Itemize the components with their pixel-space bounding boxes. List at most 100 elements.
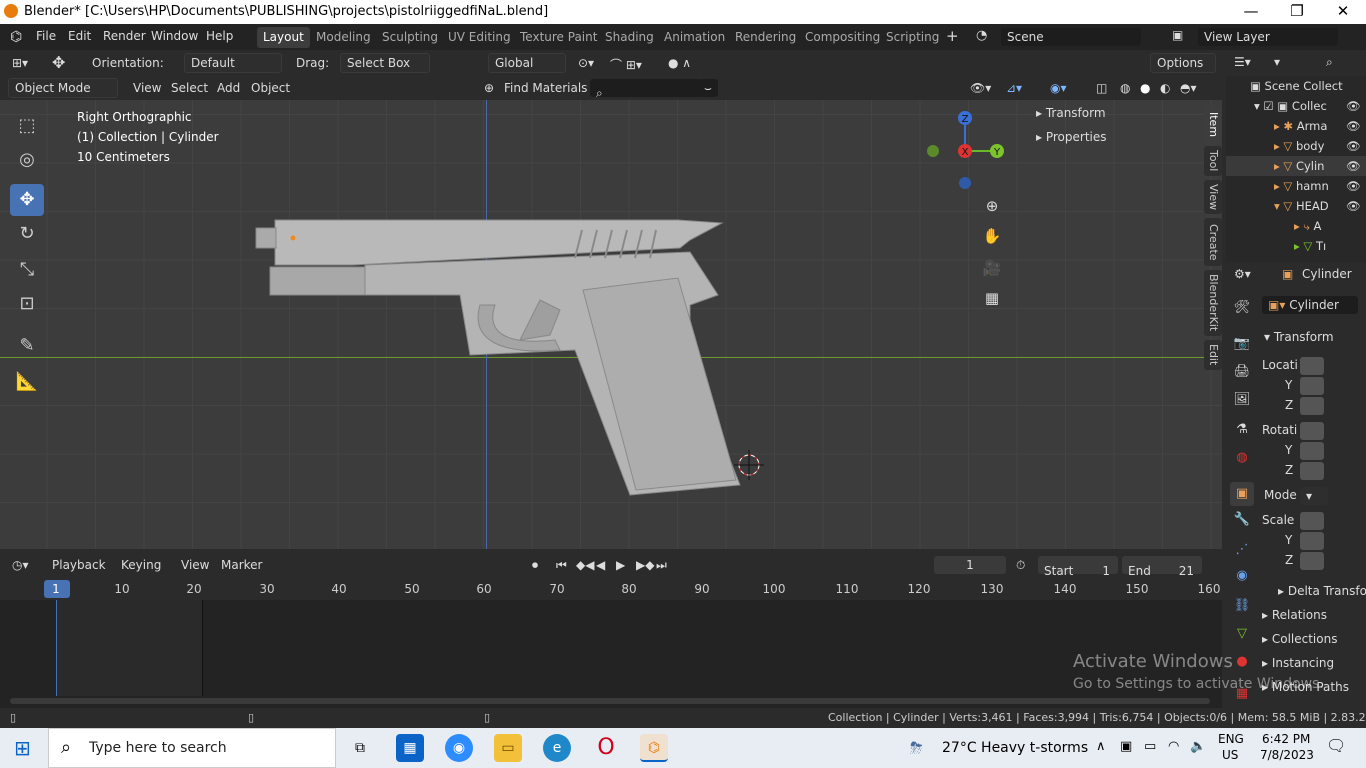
list-item[interactable]: ▸ ⤷ A [1226,216,1366,236]
sidebar-tab-create[interactable]: Create [1204,218,1222,266]
weather-icon[interactable]: ⛈ [910,738,923,758]
particles-props-icon[interactable]: ⋰ [1230,538,1254,562]
output-props-icon[interactable]: 🖨 [1230,360,1254,384]
end-frame-field[interactable]: End 21 [1122,556,1202,578]
relations-section[interactable]: ▸ Relations [1262,608,1327,622]
outliner-search-icon[interactable]: ⌕ [1326,55,1333,70]
menu-select[interactable]: Select [171,81,208,95]
find-materials-dropdown[interactable]: Find Materials [504,81,587,95]
scene-selector[interactable]: Scene [1001,28,1141,46]
ortho-grid-icon[interactable]: ▦ [980,286,1004,310]
solid-shading-icon[interactable]: ● [1140,81,1150,95]
eye-icon[interactable]: 👁 [1346,196,1361,216]
tab-animation[interactable]: Animation [658,27,731,48]
outliner-editor-icon[interactable]: ☰▾ [1234,55,1251,69]
playback-menu[interactable]: Playback [52,558,106,572]
play-button[interactable]: ▶ [616,558,625,572]
eye-icon[interactable]: 👁 [1346,96,1361,116]
battery-icon[interactable]: ▭ [1144,739,1156,754]
tray-device-icon[interactable]: ▣ [1120,739,1132,754]
opera-icon[interactable]: O [592,734,620,762]
file-explorer-icon[interactable]: ▭ [494,734,522,762]
view-layer-icon[interactable]: ▣ [1172,28,1183,42]
volume-icon[interactable]: 🔈 [1190,739,1206,754]
wifi-icon[interactable]: ◠ [1168,739,1179,754]
taskbar-search-box[interactable]: ⌕ Type here to search [48,728,336,768]
sidebar-tab-view[interactable]: View [1204,180,1222,214]
blender-menu-icon[interactable]: ⌬ [10,29,22,45]
wireframe-shading-icon[interactable]: ◍ [1120,81,1130,95]
keying-menu[interactable]: Keying [121,558,161,572]
scene-props-icon[interactable]: ⚗ [1230,418,1254,442]
transform-section[interactable]: ▾ Transform [1264,330,1334,344]
gizmo-neg-y-axis[interactable] [927,145,939,157]
menu-render[interactable]: Render [103,29,146,43]
delta-transform-section[interactable]: ▸ Delta Transfor [1278,584,1366,598]
current-frame-field[interactable]: 1 [934,556,1006,574]
start-frame-field[interactable]: Start 1 [1038,556,1118,578]
minimize-button[interactable]: — [1228,0,1274,24]
drag-dropdown[interactable]: Select Box [340,53,430,73]
play-reverse-button[interactable]: ◀ [596,558,605,572]
timeline-scrollbar[interactable] [10,698,1210,704]
material-props-icon[interactable]: ● [1230,650,1254,674]
snap-icon[interactable]: ⌒ ⊞▾ [610,56,642,73]
mode-dropdown[interactable]: Object Mode [8,78,118,98]
rotation-x-field[interactable] [1300,422,1324,440]
pistol-model[interactable] [0,100,1222,549]
record-button[interactable]: ⏺ [532,558,538,573]
rotation-mode-dropdown[interactable]: ▾ [1300,487,1328,505]
transform-orientation-dropdown[interactable]: Global [488,53,566,73]
menu-window[interactable]: Window [151,29,198,43]
eye-icon[interactable]: 👁 [1346,116,1361,136]
menu-help[interactable]: Help [206,29,233,43]
material-search-input[interactable]: ⌕ [590,79,700,100]
tab-shading[interactable]: Shading [599,27,660,48]
constraints-props-icon[interactable]: ⛓ [1230,594,1254,618]
rendered-shading-icon[interactable]: ◓▾ [1180,81,1197,95]
tab-uv-editing[interactable]: UV Editing [442,27,517,48]
sidebar-tab-edit[interactable]: Edit [1204,340,1222,370]
tab-layout[interactable]: Layout [257,27,310,48]
rotation-y-field[interactable] [1300,442,1324,460]
view-layer-selector[interactable]: View Layer [1198,28,1338,46]
jump-end-button[interactable]: ⏭ [656,558,667,573]
npanel-properties[interactable]: ▸ Properties [1036,130,1107,144]
timeline-editor-icon[interactable]: ◷▾ [12,558,29,572]
scene-icon[interactable]: ◔ [976,28,987,43]
menu-file[interactable]: File [36,29,56,43]
instancing-section[interactable]: ▸ Instancing [1262,656,1334,670]
task-view-icon[interactable]: ⧉ [346,734,374,762]
menu-add[interactable]: Add [217,81,240,95]
weather-text[interactable]: 27°C Heavy t-storms [942,740,1088,756]
object-props-icon[interactable]: ▣ [1230,482,1254,506]
npanel-transform[interactable]: ▸ Transform [1036,106,1106,120]
modifier-props-icon[interactable]: 🔧 [1230,508,1254,532]
list-item[interactable]: ▸ ▽ body 👁 [1226,136,1366,156]
tab-compositing[interactable]: Compositing [799,27,886,48]
edge-icon[interactable]: e [543,734,571,762]
clock-time[interactable]: 6:42 PM [1262,732,1310,746]
zoom-app-icon[interactable]: ◉ [445,734,473,762]
filter-icon[interactable]: ▾ [1274,55,1280,69]
collections-section[interactable]: ▸ Collections [1262,632,1337,646]
3d-cursor-icon[interactable] [734,450,764,480]
scale-z-field[interactable] [1300,552,1324,570]
eye-icon[interactable]: 👁 [1346,136,1361,156]
tab-scripting[interactable]: Scripting [880,27,945,48]
gizmo-toggle-icon[interactable]: ⊿▾ [1006,81,1022,95]
scale-y-field[interactable] [1300,532,1324,550]
overlays-toggle-icon[interactable]: ◉▾ [1050,81,1067,95]
list-item[interactable]: ▾ ▽ HEAD 👁 [1226,196,1366,216]
store-icon[interactable]: ▦ [396,734,424,762]
list-item[interactable]: ▸ ▽ Cylin 👁 [1226,156,1366,176]
pan-hand-icon[interactable]: ✋ [980,224,1004,248]
tray-chevron-icon[interactable]: ∧ [1096,739,1106,754]
frame-ruler[interactable]: 1 10 20 30 40 50 60 70 80 90 100 110 120… [0,578,1222,600]
orientation-dropdown[interactable]: Default [184,53,282,73]
tab-texture-paint[interactable]: Texture Paint [514,27,603,48]
editor-type-icon[interactable]: ⊞▾ [12,56,28,70]
gizmo-neg-z-axis[interactable] [959,177,971,189]
tab-modeling[interactable]: Modeling [310,27,377,48]
properties-editor-icon[interactable]: ⚙▾ [1234,267,1251,281]
